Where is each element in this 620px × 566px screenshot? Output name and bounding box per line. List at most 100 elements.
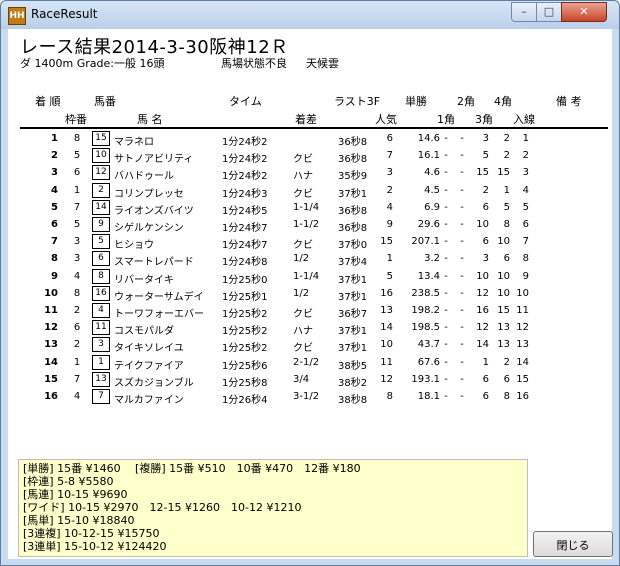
popularity: 5 xyxy=(386,270,393,282)
corner3-position: 12 xyxy=(476,322,489,334)
corner3-position: 10 xyxy=(476,219,489,230)
table-row: 1 8 15 マラネロ 1分24秒2 36秒8 6 14.6 - - 3 2 1 xyxy=(8,131,612,148)
corner3-position: 10 xyxy=(476,270,489,282)
close-button-label: 閉じる xyxy=(556,539,590,552)
corner4-position: 1 xyxy=(503,184,510,196)
last-3f-time: 38秒2 xyxy=(338,377,368,389)
corner4-position: 6 xyxy=(503,373,510,385)
table-row: 11 2 4 トーワフォーエバー 1分25秒2 クビ 36秒7 13 198.2… xyxy=(8,303,612,320)
window-close-button[interactable]: ✕ xyxy=(561,2,607,22)
last-3f-time: 36秒7 xyxy=(338,309,368,320)
bracket-number: 8 xyxy=(73,133,81,144)
popularity: 2 xyxy=(386,184,393,196)
last-3f-time: 37秒1 xyxy=(338,343,368,355)
popularity: 4 xyxy=(386,201,393,213)
finish-margin: 3/4 xyxy=(293,373,310,385)
bracket-number: 4 xyxy=(73,270,81,282)
corner2-position: - xyxy=(460,201,464,213)
table-row: 3 6 12 バハドゥール 1分24秒2 ハナ 35秒9 3 4.6 - - 1… xyxy=(8,165,612,182)
win-odds: 67.6 xyxy=(417,356,440,368)
horse-name: サトノアビリティ xyxy=(114,154,194,166)
horse-name: ウォーターサムデイ xyxy=(114,291,204,303)
corner4-position: 10 xyxy=(497,236,510,248)
corner4-position: 8 xyxy=(503,391,510,402)
win-odds: 18.1 xyxy=(417,391,440,402)
close-button[interactable]: 閉じる xyxy=(533,531,613,557)
header-remarks: 備 考 xyxy=(556,95,582,108)
race-time: 1分25秒6 xyxy=(222,360,268,372)
finish-line-order: 5 xyxy=(522,201,529,213)
title-bar[interactable]: HH RaceResult – □ ✕ xyxy=(1,1,619,29)
popularity: 6 xyxy=(386,133,393,144)
finish-margin: ハナ xyxy=(293,171,313,183)
corner2-position: - xyxy=(460,236,464,248)
last-3f-time: 36秒8 xyxy=(338,154,368,166)
corner1-position: - xyxy=(444,184,448,196)
win-odds: 29.6 xyxy=(417,219,440,230)
corner4-position: 13 xyxy=(497,339,510,351)
corner1-position: - xyxy=(444,339,448,351)
win-odds: 13.4 xyxy=(417,270,440,282)
popularity: 14 xyxy=(380,322,393,334)
bracket-number: 8 xyxy=(73,287,81,299)
win-odds: 3.2 xyxy=(424,253,440,265)
horse-number: 3 xyxy=(92,337,110,353)
corner2-position: - xyxy=(460,356,464,368)
corner2-position: - xyxy=(460,133,464,144)
finish-line-order: 14 xyxy=(516,356,529,368)
corner1-position: - xyxy=(444,133,448,144)
popularity: 11 xyxy=(380,356,393,368)
corner3-position: 6 xyxy=(482,373,489,385)
table-row: 4 1 2 コリンプレッセ 1分24秒3 クビ 37秒1 2 4.5 - - 2… xyxy=(8,182,612,200)
horse-name: コスモパルダ xyxy=(114,326,174,338)
table-row: 16 4 7 マルカファイン 1分26秒4 3-1/2 38秒8 8 18.1 … xyxy=(8,389,612,406)
horse-name: ヒショウ xyxy=(114,240,154,252)
last-3f-time: 37秒1 xyxy=(338,291,368,303)
win-odds: 238.5 xyxy=(411,287,440,299)
minimize-button[interactable]: – xyxy=(511,2,537,22)
finish-margin: 1-1/4 xyxy=(293,270,320,282)
corner3-position: 12 xyxy=(476,287,489,299)
finish-margin: ハナ xyxy=(293,326,313,338)
bracket-number: 2 xyxy=(73,339,81,351)
finish-position: 5 xyxy=(51,201,58,213)
bracket-number: 7 xyxy=(73,373,81,385)
table-row: 8 3 6 スマートレパード 1分24秒8 1/2 37秒4 1 3.2 - -… xyxy=(8,251,612,268)
weather-info: 天候雲 xyxy=(306,57,339,70)
horse-name: コリンプレッセ xyxy=(114,188,184,200)
last-3f-time: 36秒8 xyxy=(338,205,368,217)
win-odds: 6.9 xyxy=(424,201,440,213)
corner2-position: - xyxy=(460,150,464,162)
popularity: 13 xyxy=(380,305,393,316)
race-time: 1分24秒5 xyxy=(222,205,268,217)
race-time: 1分24秒7 xyxy=(222,240,268,252)
corner3-position: 6 xyxy=(482,201,489,213)
header-margin: 着差 xyxy=(295,113,317,126)
corner2-position: - xyxy=(460,219,464,230)
bracket-number: 2 xyxy=(73,305,81,316)
corner3-position: 6 xyxy=(482,236,489,248)
header-corner3: 3角 xyxy=(475,113,493,126)
horse-name: テイクファイア xyxy=(114,360,184,372)
finish-margin: 3-1/2 xyxy=(293,391,320,402)
payout-win-place: [単勝] 15番 ¥1460 [複勝] 15番 ¥510 10番 ¥470 12… xyxy=(23,462,361,475)
bracket-number: 4 xyxy=(73,391,81,402)
win-odds: 4.5 xyxy=(424,184,440,196)
finish-position: 9 xyxy=(51,270,58,282)
corner4-position: 13 xyxy=(497,322,510,334)
corner4-position: 15 xyxy=(497,167,510,179)
maximize-button[interactable]: □ xyxy=(536,2,562,22)
finish-margin: 1-1/2 xyxy=(293,219,320,230)
header-popularity: 人気 xyxy=(375,113,397,126)
corner3-position: 1 xyxy=(482,356,489,368)
corner1-position: - xyxy=(444,150,448,162)
table-row: 12 6 11 コスモパルダ 1分25秒2 ハナ 37秒1 14 198.5 -… xyxy=(8,320,612,337)
popularity: 10 xyxy=(380,339,393,351)
corner1-position: - xyxy=(444,236,448,248)
corner1-position: - xyxy=(444,270,448,282)
corner2-position: - xyxy=(460,287,464,299)
header-time: タイム xyxy=(229,95,262,108)
corner3-position: 3 xyxy=(482,133,489,144)
corner3-position: 6 xyxy=(482,391,489,402)
track-condition: 馬場状態不良 xyxy=(221,57,287,70)
